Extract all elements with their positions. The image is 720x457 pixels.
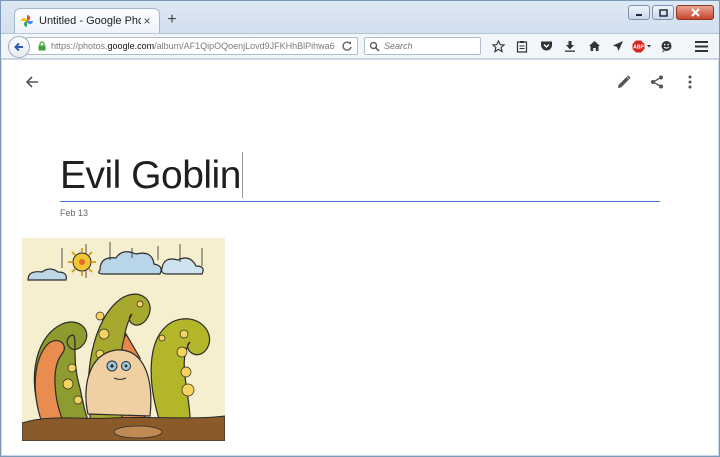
share-icon <box>651 75 663 89</box>
chat-smiley-icon[interactable] <box>654 37 678 55</box>
page-content: Evil Goblin Feb 13 <box>2 60 718 455</box>
adblock-plus-icon[interactable]: ABP <box>630 37 654 55</box>
tab-close-icon[interactable]: × <box>141 14 153 28</box>
window-controls <box>628 5 714 20</box>
back-arrow-icon <box>14 42 23 52</box>
send-arrow-icon[interactable] <box>606 37 630 55</box>
home-icon[interactable] <box>582 37 606 55</box>
album-date: Feb 13 <box>60 208 89 218</box>
album-title: Evil Goblin <box>60 154 241 197</box>
more-options-button[interactable] <box>678 71 702 93</box>
share-button[interactable] <box>645 71 669 93</box>
edit-button[interactable] <box>612 71 636 93</box>
minimize-button[interactable] <box>628 5 650 20</box>
browser-back-button[interactable] <box>8 36 30 58</box>
album-photo[interactable] <box>21 238 226 442</box>
new-tab-button[interactable]: + <box>164 12 180 28</box>
pencil-icon <box>618 75 631 88</box>
svg-text:ABP: ABP <box>633 44 644 50</box>
album-back-button[interactable] <box>22 72 42 92</box>
arrow-left-icon <box>25 76 38 88</box>
hamburger-menu-icon <box>694 40 708 52</box>
google-photos-favicon-icon <box>21 15 33 27</box>
more-vert-icon <box>688 75 692 89</box>
url-text: https://photos.google.com/album/AF1QipOQ… <box>51 41 335 51</box>
tab-title: Untitled - Google Photos <box>39 15 141 27</box>
album-title-field[interactable]: Evil Goblin <box>60 152 660 202</box>
search-icon <box>369 41 380 52</box>
text-cursor <box>241 152 243 198</box>
bookmark-star-icon[interactable] <box>486 37 510 55</box>
album-actions <box>612 71 702 93</box>
url-bar[interactable]: https://photos.google.com/album/AF1QipOQ… <box>26 37 358 55</box>
search-input[interactable] <box>384 41 474 51</box>
pocket-icon[interactable] <box>534 37 558 55</box>
secure-lock-icon <box>37 41 47 51</box>
browser-tab[interactable]: Untitled - Google Photos × <box>14 8 160 33</box>
download-icon[interactable] <box>558 37 582 55</box>
maximize-button[interactable] <box>652 5 674 20</box>
window-close-button[interactable] <box>676 5 714 20</box>
reading-list-icon[interactable] <box>510 37 534 55</box>
search-bar[interactable] <box>364 37 481 55</box>
goblin-illustration <box>21 238 226 442</box>
browser-menu-button[interactable] <box>692 37 710 55</box>
toolbar-icons: ABP <box>486 37 678 55</box>
reload-icon[interactable] <box>341 40 353 52</box>
